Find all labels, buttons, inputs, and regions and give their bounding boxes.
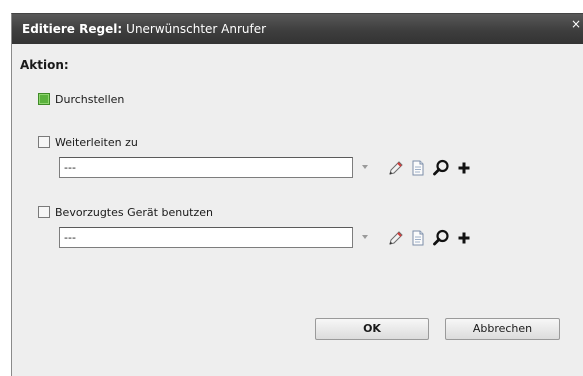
option-weiterleiten[interactable]: Weiterleiten zu <box>38 135 138 151</box>
magnifier-icon[interactable] <box>432 229 450 247</box>
pencil-icon[interactable] <box>387 159 405 177</box>
close-icon[interactable]: × <box>571 14 583 36</box>
ok-button[interactable]: OK <box>315 318 429 340</box>
option-durchstellen[interactable]: Durchstellen <box>38 92 124 108</box>
plus-icon[interactable] <box>455 159 473 177</box>
preferred-device-select[interactable]: --- <box>59 227 353 248</box>
weiterleiten-checkbox[interactable] <box>38 136 50 148</box>
action-section-title: Aktion: <box>20 58 69 72</box>
preferred-device-chevron-down-icon[interactable] <box>362 235 368 239</box>
durchstellen-checkbox[interactable] <box>38 93 50 105</box>
dialog-rule-name: Unerwünschter Anrufer <box>126 22 267 36</box>
pencil-icon[interactable] <box>387 229 405 247</box>
durchstellen-label: Durchstellen <box>55 93 125 106</box>
forward-target-chevron-down-icon[interactable] <box>362 165 368 169</box>
cancel-button[interactable]: Abbrechen <box>445 318 560 340</box>
magnifier-icon[interactable] <box>432 159 450 177</box>
dialog-title: Editiere Regel: <box>22 22 123 36</box>
preferred-device-checkbox[interactable] <box>38 206 50 218</box>
document-icon[interactable] <box>409 159 427 177</box>
preferred-device-label: Bevorzugtes Gerät benutzen <box>55 206 213 219</box>
plus-icon[interactable] <box>455 229 473 247</box>
option-preferred-device[interactable]: Bevorzugtes Gerät benutzen <box>38 205 213 221</box>
edit-rule-dialog: Editiere Regel: Unerwünschter Anrufer × A… <box>11 13 583 376</box>
document-icon[interactable] <box>409 229 427 247</box>
dialog-titlebar: Editiere Regel: Unerwünschter Anrufer × <box>12 14 583 44</box>
forward-target-select[interactable]: --- <box>59 157 353 178</box>
weiterleiten-label: Weiterleiten zu <box>55 136 138 149</box>
